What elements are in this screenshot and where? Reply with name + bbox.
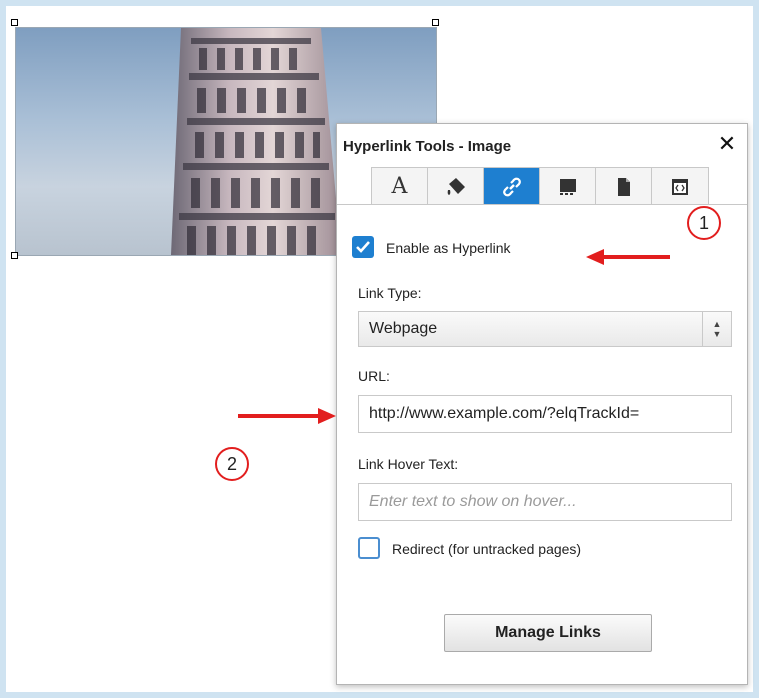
- callout-number-2: 2: [215, 447, 249, 481]
- arrow-head-1-icon: [586, 249, 604, 265]
- arrow-head-2-icon: [318, 408, 336, 424]
- callout-number-1: 1: [687, 206, 721, 240]
- annotation-layer: [238, 249, 670, 424]
